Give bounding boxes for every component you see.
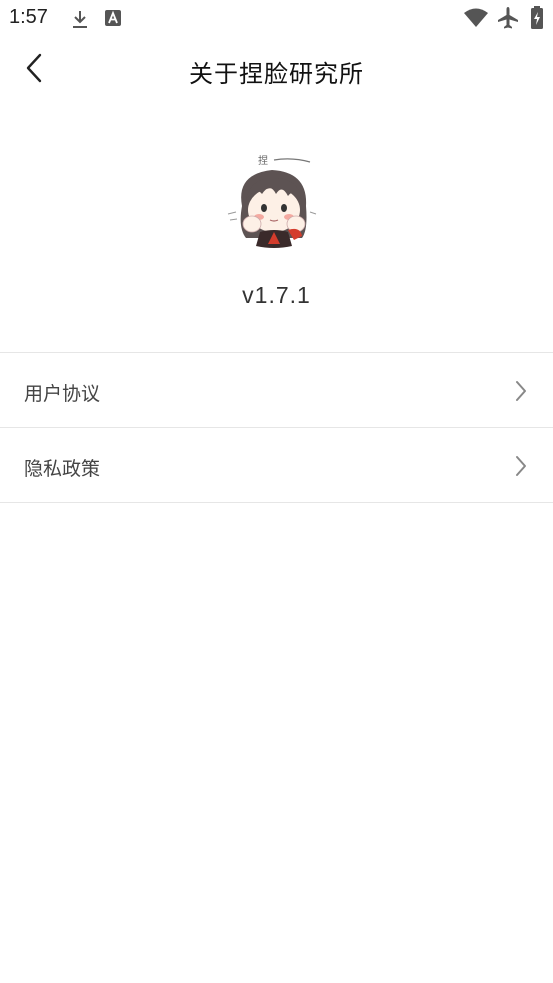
anime-girl-logo-icon: 捏: [222, 154, 326, 256]
page-title: 关于捏脸研究所: [189, 60, 364, 88]
logo-caption: 捏: [258, 154, 268, 167]
battery-charging-icon: [530, 6, 544, 34]
privacy-policy-item[interactable]: 隐私政策: [0, 428, 553, 502]
app-header: 关于捏脸研究所: [0, 40, 553, 102]
version-text: v1.7.1: [242, 282, 311, 308]
status-bar: 1:57: [0, 0, 553, 40]
airplane-icon: [497, 6, 519, 34]
list-item-label: 用户协议: [24, 383, 101, 405]
app-logo: 捏: [222, 148, 326, 252]
about-menu-list: 用户协议 隐私政策: [0, 352, 553, 503]
divider: [0, 502, 553, 503]
chevron-right-icon: [515, 380, 527, 406]
chevron-right-icon: [515, 455, 527, 481]
download-icon: [70, 8, 90, 34]
text-a-icon: [104, 8, 122, 32]
wifi-icon: [463, 7, 489, 33]
status-time: 1:57: [9, 6, 48, 28]
user-agreement-item[interactable]: 用户协议: [0, 353, 553, 427]
list-item-label: 隐私政策: [24, 458, 101, 480]
